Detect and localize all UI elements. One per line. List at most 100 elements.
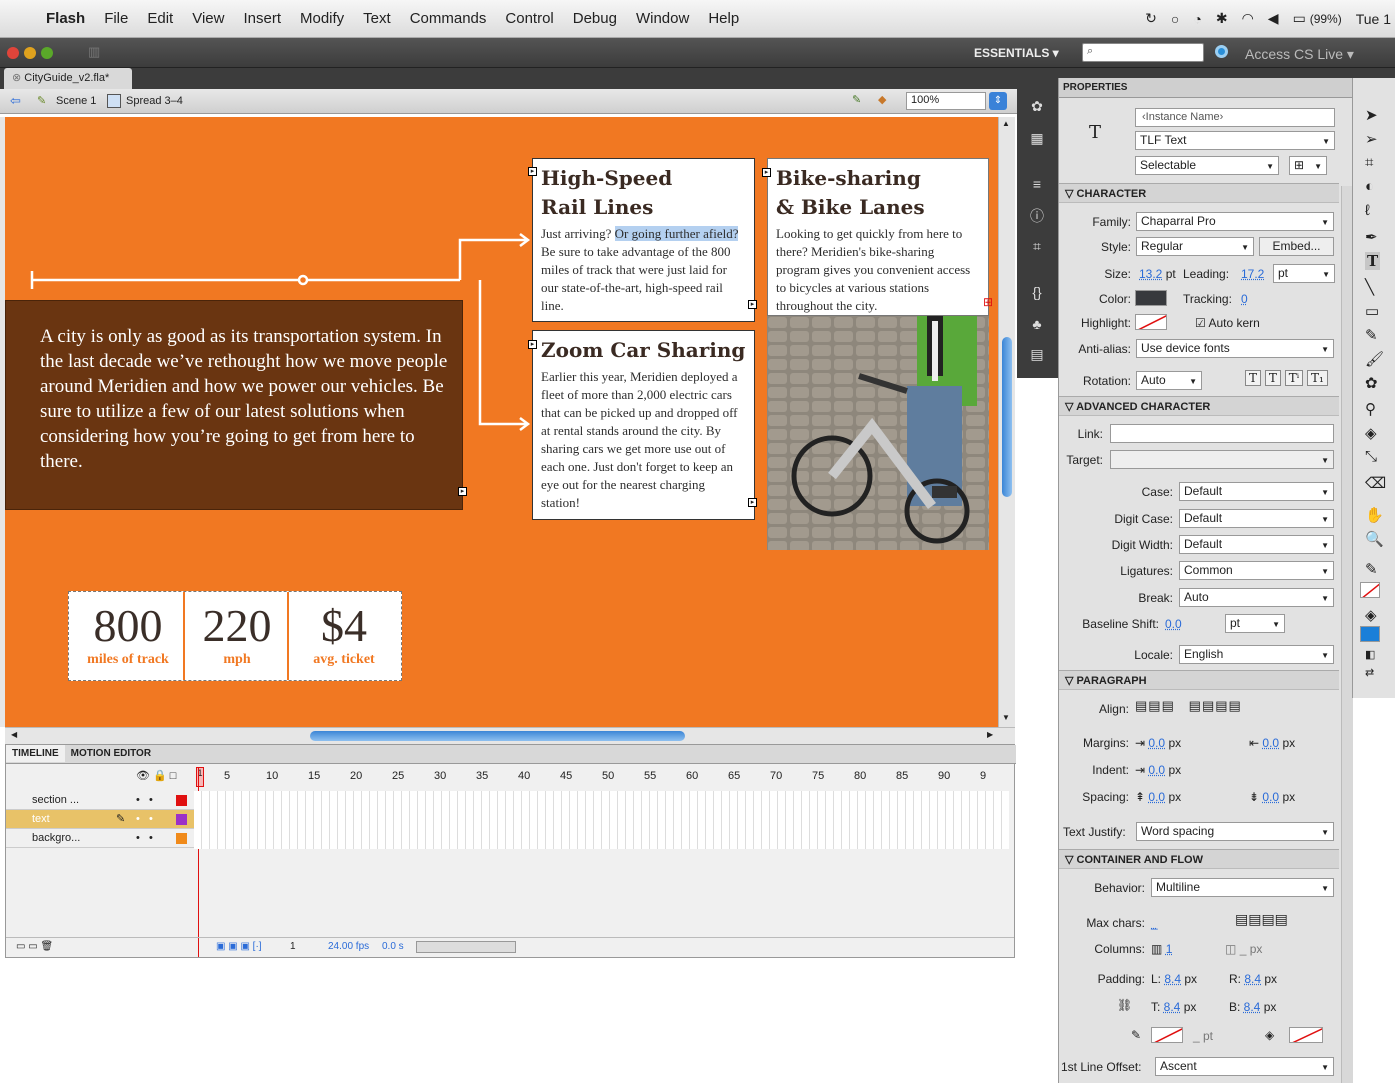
menu-edit[interactable]: Edit	[147, 10, 173, 27]
selection-tool-icon[interactable]: ➤	[1365, 106, 1378, 124]
bike-in-port-icon[interactable]: ▸	[762, 168, 771, 177]
zoom-field[interactable]: 100%	[906, 92, 986, 110]
stroke-color-swatch[interactable]	[1360, 582, 1380, 598]
edit-symbols-icon[interactable]: ◆	[878, 93, 886, 106]
layer-name[interactable]: section ...	[32, 794, 79, 806]
layer-row-selected[interactable]: text ✎ • •	[6, 810, 194, 829]
frame-number[interactable]: 20	[350, 770, 362, 782]
layer-color-swatch[interactable]	[176, 795, 187, 806]
frame-number[interactable]: 30	[434, 770, 446, 782]
tab-motion-editor[interactable]: MOTION EDITOR	[65, 745, 157, 762]
lasso-tool-icon[interactable]: ℓ	[1365, 202, 1370, 219]
pencil-tool-icon[interactable]: ✎	[1365, 326, 1378, 344]
left-margin-value[interactable]: 0.0	[1148, 736, 1165, 750]
padding-right-value[interactable]: 8.4	[1244, 972, 1261, 986]
digit-case-select[interactable]: Default	[1179, 509, 1334, 528]
info-icon[interactable]: ⓘ	[1028, 206, 1046, 224]
access-cs-live-button[interactable]: Access CS Live ▾	[1245, 46, 1354, 63]
zoom-tool-icon[interactable]: 🔍	[1365, 530, 1384, 548]
text-justify-select[interactable]: Word spacing	[1136, 822, 1334, 841]
scroll-right-icon[interactable]: ▶	[987, 730, 993, 739]
scroll-down-icon[interactable]: ▼	[1002, 713, 1010, 722]
time-machine-icon[interactable]: ◔	[1193, 11, 1201, 27]
text-color-swatch[interactable]	[1135, 290, 1167, 306]
zoom-out-port-icon[interactable]: ▸	[748, 498, 757, 507]
vertical-align-buttons[interactable]: ▤▤▤▤	[1235, 911, 1288, 928]
black-white-icon[interactable]: ◧	[1365, 648, 1375, 661]
text-orientation-select[interactable]: ⊞	[1289, 156, 1327, 175]
antialias-select[interactable]: Use device fonts	[1136, 339, 1334, 358]
frame-number[interactable]: 10	[266, 770, 278, 782]
volume-icon[interactable]: ◀	[1268, 10, 1279, 27]
bluetooth-icon[interactable]: ✱	[1216, 10, 1228, 27]
eraser-tool-icon[interactable]: ⌫	[1365, 474, 1386, 492]
text-type-select[interactable]: TLF Text	[1135, 131, 1335, 150]
fill-color-swatch[interactable]	[1360, 626, 1380, 642]
baseline-shift-value[interactable]: 0.0	[1165, 617, 1182, 631]
bike-text-box[interactable]: Bike-sharing & Bike Lanes Looking to get …	[767, 158, 989, 316]
layer-name[interactable]: text	[32, 813, 50, 825]
gutter-value[interactable]: _ px	[1240, 942, 1263, 956]
outline-icon[interactable]: □	[170, 770, 177, 782]
padding-bottom-value[interactable]: 8.4	[1244, 1000, 1261, 1014]
help-search-input[interactable]: ⌕	[1082, 43, 1204, 62]
frame-number[interactable]: 80	[854, 770, 866, 782]
intro-box[interactable]: A city is only as good as its transporta…	[5, 300, 463, 510]
swap-colors-icon[interactable]: ⇄	[1365, 666, 1374, 679]
3d-rotation-tool-icon[interactable]: ◐	[1365, 178, 1374, 195]
chat-icon[interactable]: ○	[1171, 11, 1179, 27]
bone-tool-icon[interactable]: ⚲	[1365, 400, 1376, 418]
components-icon[interactable]: ♣	[1028, 316, 1046, 334]
in-port-icon[interactable]: ▸	[528, 167, 537, 176]
baseline-unit-select[interactable]: pt	[1225, 614, 1285, 633]
clock[interactable]: Tue 1	[1356, 11, 1391, 27]
spread-breadcrumb[interactable]: Spread 3–4	[126, 95, 183, 107]
tracking-value[interactable]: 0	[1241, 292, 1248, 306]
subselection-tool-icon[interactable]: ➢	[1365, 130, 1378, 148]
stage[interactable]: High-Speed Rail Lines Just arriving? Or g…	[5, 117, 998, 727]
document-tab[interactable]: ⊗ CityGuide_v2.fla*	[4, 68, 132, 89]
menu-window[interactable]: Window	[636, 10, 689, 27]
stroke-color-icon[interactable]: ✎	[1365, 560, 1378, 578]
frame-number[interactable]: 25	[392, 770, 404, 782]
rotation-select[interactable]: Auto	[1136, 371, 1202, 390]
line-tool-icon[interactable]: ╲	[1365, 278, 1374, 296]
frame-rate[interactable]: 24.00 fps	[328, 941, 369, 952]
instance-name-input[interactable]: ‹Instance Name›	[1135, 108, 1335, 127]
minimize-window-button[interactable]	[24, 47, 36, 59]
frame-number[interactable]: 65	[728, 770, 740, 782]
padding-top-value[interactable]: 8.4	[1164, 1000, 1181, 1014]
frame-number[interactable]: 60	[686, 770, 698, 782]
layout-icon[interactable]: ▥	[88, 44, 100, 60]
break-select[interactable]: Auto	[1179, 588, 1334, 607]
layer-row[interactable]: section ... • •	[6, 791, 194, 810]
link-padding-icon[interactable]: ⛓	[1117, 998, 1132, 1012]
case-select[interactable]: Default	[1179, 482, 1334, 501]
superscript-button[interactable]: Tⁱ	[1284, 370, 1304, 386]
padding-left-value[interactable]: 8.4	[1164, 972, 1181, 986]
target-select[interactable]	[1110, 450, 1334, 469]
menu-control[interactable]: Control	[505, 10, 553, 27]
frame-number[interactable]: 40	[518, 770, 530, 782]
hand-tool-icon[interactable]: ✋	[1365, 506, 1384, 524]
subscript-button[interactable]: T₁	[1306, 370, 1328, 386]
vertical-scroll-thumb[interactable]	[1002, 337, 1012, 497]
font-size-value[interactable]: 13.2	[1139, 267, 1162, 281]
frame-number[interactable]: 50	[602, 770, 614, 782]
frame-number[interactable]: 55	[644, 770, 656, 782]
transform-icon[interactable]: ⌗	[1028, 238, 1046, 256]
sync-icon[interactable]: ↻	[1145, 10, 1157, 27]
autokern-checkbox[interactable]: ☑ Auto kern	[1195, 316, 1260, 330]
zoom-in-port-icon[interactable]: ▸	[528, 340, 537, 349]
rail-text-box[interactable]: High-Speed Rail Lines Just arriving? Or g…	[532, 158, 755, 322]
current-frame[interactable]: 1	[290, 941, 296, 952]
selectability-select[interactable]: Selectable	[1135, 156, 1279, 175]
align-buttons[interactable]: ▤▤▤ ▤▤▤▤	[1135, 698, 1242, 714]
frame-number[interactable]: 35	[476, 770, 488, 782]
frame-number[interactable]: 70	[770, 770, 782, 782]
scroll-up-icon[interactable]: ▲	[1002, 119, 1010, 128]
eye-icon[interactable]: 👁	[136, 770, 150, 782]
menu-view[interactable]: View	[192, 10, 224, 27]
color-panel-icon[interactable]: ✿	[1028, 98, 1046, 116]
rectangle-tool-icon[interactable]: ▭	[1365, 302, 1379, 320]
